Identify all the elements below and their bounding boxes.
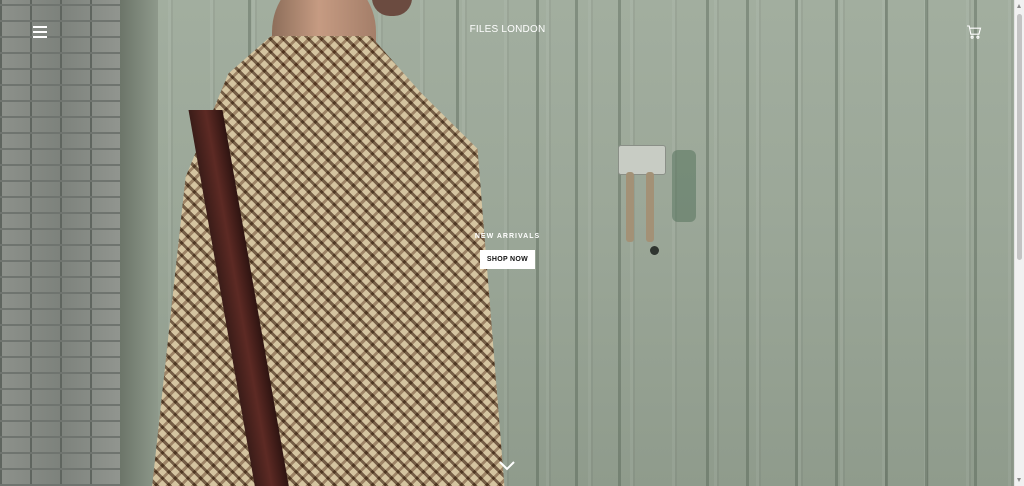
scroll-down-arrow-icon[interactable]	[1017, 478, 1021, 482]
brand-link[interactable]: FILES LONDON	[470, 24, 546, 35]
hero-content: NEW ARRIVALS SHOP NOW	[0, 233, 1015, 269]
site-header: FILES LONDON	[0, 0, 1015, 62]
menu-line	[33, 36, 47, 38]
shop-now-button[interactable]: SHOP NOW	[479, 250, 536, 269]
shopping-cart-icon[interactable]	[966, 24, 982, 40]
scroll-up-arrow-icon[interactable]	[1017, 4, 1021, 8]
scroll-thumb[interactable]	[1017, 14, 1022, 260]
scrollbar[interactable]	[1014, 0, 1024, 486]
hero-eyebrow: NEW ARRIVALS	[474, 233, 541, 240]
latch-bar	[646, 172, 654, 242]
latch-bar	[626, 172, 634, 242]
door-patina	[672, 150, 696, 222]
page: FILES LONDON NEW ARRIVALS SHOP NOW	[0, 0, 1024, 486]
brand-logo: FILES LONDON	[0, 24, 1015, 35]
chevron-down-icon[interactable]	[498, 459, 516, 471]
door-latch	[618, 145, 666, 175]
